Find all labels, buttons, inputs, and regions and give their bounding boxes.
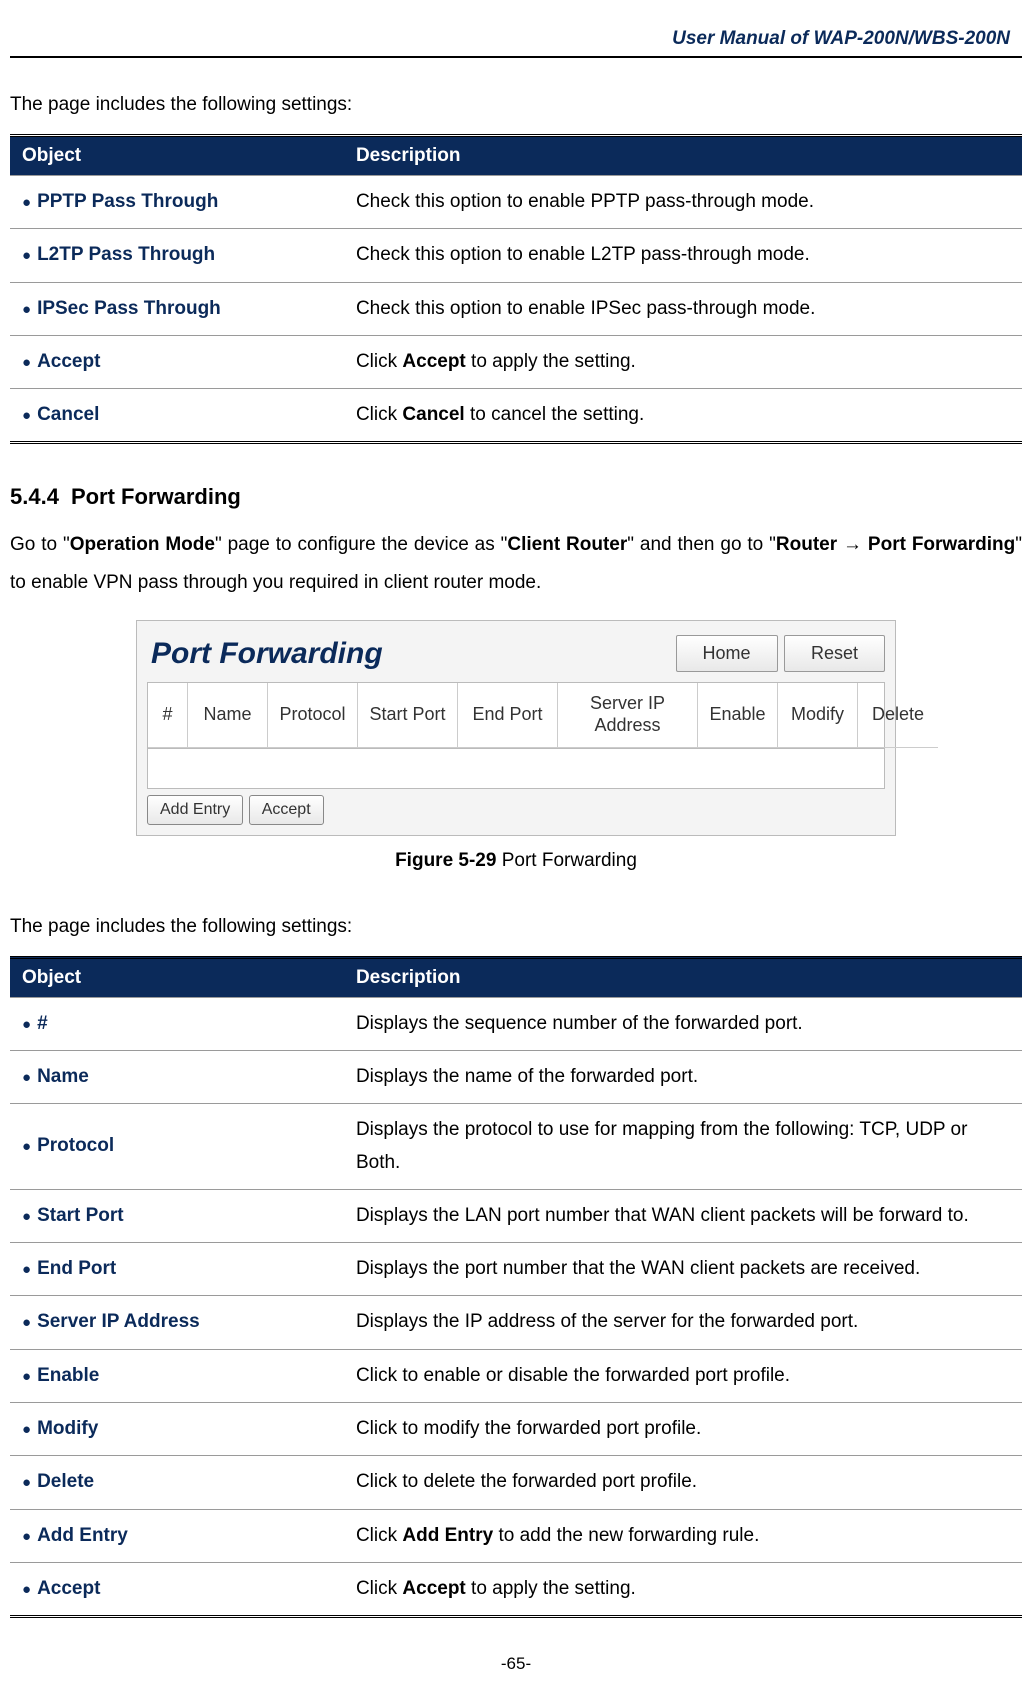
- table-row: ● Start Port Displays the LAN port number…: [10, 1189, 1022, 1242]
- object-desc: Displays the port number that the WAN cl…: [344, 1243, 1022, 1296]
- col-delete: Delete: [858, 683, 938, 747]
- bullet-icon: ●: [22, 1208, 31, 1225]
- bullet-icon: ●: [22, 1261, 31, 1278]
- object-label: Cancel: [37, 404, 99, 425]
- bullet-icon: ●: [22, 194, 31, 211]
- object-label: Enable: [37, 1365, 99, 1386]
- table-row: ● IPSec Pass Through Check this option to…: [10, 282, 1022, 335]
- table-row: ● End Port Displays the port number that …: [10, 1243, 1022, 1296]
- page-number: -65-: [10, 1654, 1022, 1674]
- table-row: ● # Displays the sequence number of the f…: [10, 997, 1022, 1050]
- vpn-settings-table: Object Description ● PPTP Pass Through Ch…: [10, 134, 1022, 444]
- bullet-icon: ●: [22, 247, 31, 264]
- port-forwarding-settings-table: Object Description ● # Displays the seque…: [10, 956, 1022, 1619]
- col-start-port: Start Port: [358, 683, 458, 747]
- port-forwarding-grid-header: # Name Protocol Start Port End Port Serv…: [147, 682, 885, 748]
- accept-button[interactable]: Accept: [249, 795, 324, 825]
- home-button[interactable]: Home: [676, 635, 778, 672]
- section-paragraph: Go to "Operation Mode" page to configure…: [10, 526, 1022, 602]
- table-row: ● Accept Click Accept to apply the settin…: [10, 1562, 1022, 1616]
- col-number: #: [148, 683, 188, 747]
- bullet-icon: ●: [22, 354, 31, 371]
- bullet-icon: ●: [22, 1314, 31, 1331]
- table-row: ● L2TP Pass Through Check this option to …: [10, 229, 1022, 282]
- port-forwarding-grid-body: [147, 749, 885, 789]
- object-desc: Click to modify the forwarded port profi…: [344, 1403, 1022, 1456]
- col-protocol: Protocol: [268, 683, 358, 747]
- object-label: PPTP Pass Through: [37, 191, 218, 212]
- object-desc: Click Cancel to cancel the setting.: [344, 389, 1022, 443]
- table-row: ● Server IP Address Displays the IP addre…: [10, 1296, 1022, 1349]
- table-row: ● PPTP Pass Through Check this option to …: [10, 176, 1022, 229]
- object-label: Delete: [37, 1471, 94, 1492]
- object-label: Add Entry: [37, 1525, 128, 1546]
- bullet-icon: ●: [22, 1528, 31, 1545]
- object-desc: Click to enable or disable the forwarded…: [344, 1349, 1022, 1402]
- table1-header-object: Object: [10, 136, 344, 176]
- col-name: Name: [188, 683, 268, 747]
- add-entry-button[interactable]: Add Entry: [147, 795, 243, 825]
- arrow-icon: →: [837, 534, 868, 555]
- intro-text-2: The page includes the following settings…: [10, 908, 1022, 946]
- object-desc: Displays the protocol to use for mapping…: [344, 1104, 1022, 1190]
- object-label: Modify: [37, 1418, 98, 1439]
- object-desc: Click Accept to apply the setting.: [344, 1562, 1022, 1616]
- bullet-icon: ●: [22, 301, 31, 318]
- object-desc: Click Accept to apply the setting.: [344, 335, 1022, 388]
- reset-button[interactable]: Reset: [784, 635, 885, 672]
- object-desc: Check this option to enable L2TP pass-th…: [344, 229, 1022, 282]
- object-label: Server IP Address: [37, 1311, 200, 1332]
- panel-title: Port Forwarding: [147, 637, 383, 671]
- object-label: L2TP Pass Through: [37, 244, 215, 265]
- port-forwarding-screenshot: Port Forwarding Home Reset # Name Protoc…: [136, 620, 896, 835]
- table-row: ● Cancel Click Cancel to cancel the setti…: [10, 389, 1022, 443]
- col-end-port: End Port: [458, 683, 558, 747]
- section-title: Port Forwarding: [71, 484, 241, 509]
- bullet-icon: ●: [22, 1138, 31, 1155]
- table-row: ● Delete Click to delete the forwarded po…: [10, 1456, 1022, 1509]
- object-label: IPSec Pass Through: [37, 298, 221, 319]
- table-row: ● Enable Click to enable or disable the f…: [10, 1349, 1022, 1402]
- object-label: #: [37, 1013, 48, 1034]
- col-modify: Modify: [778, 683, 858, 747]
- document-header: User Manual of WAP-200N/WBS-200N: [10, 20, 1022, 58]
- object-desc: Check this option to enable PPTP pass-th…: [344, 176, 1022, 229]
- object-desc: Click Add Entry to add the new forwardin…: [344, 1509, 1022, 1562]
- section-number: 5.4.4: [10, 484, 59, 509]
- table2-header-object: Object: [10, 957, 344, 997]
- object-desc: Check this option to enable IPSec pass-t…: [344, 282, 1022, 335]
- table-row: ● Add Entry Click Add Entry to add the ne…: [10, 1509, 1022, 1562]
- col-server-ip: Server IP Address: [558, 683, 698, 747]
- object-label: Name: [37, 1066, 89, 1087]
- bullet-icon: ●: [22, 1016, 31, 1033]
- bullet-icon: ●: [22, 1069, 31, 1086]
- table-row: ● Accept Click Accept to apply the settin…: [10, 335, 1022, 388]
- intro-text-1: The page includes the following settings…: [10, 86, 1022, 124]
- object-label: Protocol: [37, 1135, 114, 1156]
- table-row: ● Protocol Displays the protocol to use f…: [10, 1104, 1022, 1190]
- table-row: ● Name Displays the name of the forwarded…: [10, 1050, 1022, 1103]
- bullet-icon: ●: [22, 1474, 31, 1491]
- object-desc: Displays the sequence number of the forw…: [344, 997, 1022, 1050]
- object-desc: Displays the IP address of the server fo…: [344, 1296, 1022, 1349]
- section-heading: 5.4.4 Port Forwarding: [10, 484, 1022, 510]
- object-label: End Port: [37, 1258, 116, 1279]
- object-desc: Click to delete the forwarded port profi…: [344, 1456, 1022, 1509]
- table-row: ● Modify Click to modify the forwarded po…: [10, 1403, 1022, 1456]
- object-desc: Displays the LAN port number that WAN cl…: [344, 1189, 1022, 1242]
- figure-caption: Figure 5-29 Port Forwarding: [10, 850, 1022, 872]
- table1-header-description: Description: [344, 136, 1022, 176]
- object-label: Accept: [37, 351, 100, 372]
- object-label: Start Port: [37, 1205, 124, 1226]
- table2-header-description: Description: [344, 957, 1022, 997]
- object-label: Accept: [37, 1578, 100, 1599]
- bullet-icon: ●: [22, 407, 31, 424]
- bullet-icon: ●: [22, 1581, 31, 1598]
- col-enable: Enable: [698, 683, 778, 747]
- bullet-icon: ●: [22, 1368, 31, 1385]
- bullet-icon: ●: [22, 1421, 31, 1438]
- object-desc: Displays the name of the forwarded port.: [344, 1050, 1022, 1103]
